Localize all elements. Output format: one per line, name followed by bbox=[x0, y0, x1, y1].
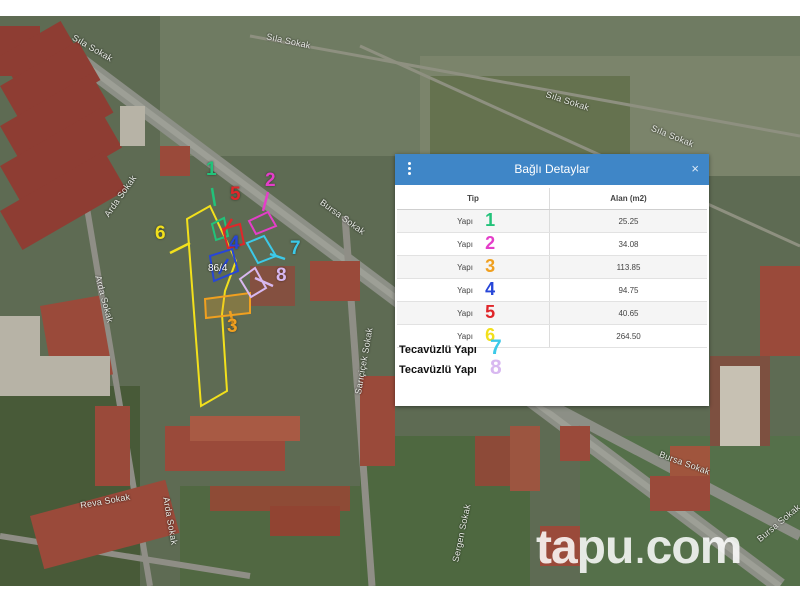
encroachment-label: Tecavüzlü Yapı bbox=[399, 344, 477, 356]
watermark-logo: tapu.com bbox=[536, 520, 743, 575]
marker-3: 3 bbox=[227, 316, 238, 337]
encroachment-row: Tecavüzlü Yapı 7 bbox=[399, 336, 502, 359]
marker-1: 1 bbox=[206, 159, 217, 180]
table-row: Yapı 5 40.65 bbox=[397, 301, 707, 325]
watermark-tld: com bbox=[645, 521, 743, 574]
details-table: Tip Alan (m2) Yapı 1 25.25 Yapı 2 34.08 Ya… bbox=[397, 188, 707, 348]
table-row: Yapı 3 113.85 bbox=[397, 255, 707, 279]
watermark-brand: tapu bbox=[536, 521, 634, 574]
screenshot-frame: Sıla Sokak Sıla Sokak Sıla Sokak Sıla So… bbox=[0, 0, 800, 600]
parcel-label: 86/4 bbox=[208, 263, 228, 274]
marker-7: 7 bbox=[290, 238, 301, 259]
row-alan: 264.50 bbox=[549, 324, 707, 348]
row-number: 1 bbox=[485, 209, 496, 230]
encroachment-label: Tecavüzlü Yapı bbox=[399, 364, 477, 376]
marker-6: 6 bbox=[155, 223, 166, 244]
row-tip: Yapı bbox=[457, 262, 473, 272]
row-tip: Yapı bbox=[457, 239, 473, 249]
marker-5: 5 bbox=[230, 184, 241, 205]
table-row: Yapı 4 94.75 bbox=[397, 278, 707, 302]
table-row: Yapı 2 34.08 bbox=[397, 232, 707, 256]
marker-2: 2 bbox=[265, 170, 276, 191]
encroachment-number: 8 bbox=[490, 356, 502, 379]
row-alan: 25.25 bbox=[549, 209, 707, 233]
marker-8: 8 bbox=[276, 265, 287, 286]
row-tip: Yapı bbox=[457, 331, 473, 341]
row-alan: 94.75 bbox=[549, 278, 707, 302]
row-tip: Yapı bbox=[457, 308, 473, 318]
row-alan: 40.65 bbox=[549, 301, 707, 325]
row-number: 4 bbox=[485, 278, 496, 299]
row-tip: Yapı bbox=[457, 216, 473, 226]
panel-title: Bağlı Detaylar bbox=[514, 162, 590, 176]
row-number: 3 bbox=[485, 255, 496, 276]
row-tip: Yapı bbox=[457, 285, 473, 295]
row-alan: 113.85 bbox=[549, 255, 707, 279]
table-row: Yapı 1 25.25 bbox=[397, 209, 707, 233]
encroachment-row: Tecavüzlü Yapı 8 bbox=[399, 356, 502, 379]
close-icon[interactable]: × bbox=[691, 161, 699, 176]
details-panel: Bağlı Detaylar × Tip Alan (m2) Yapı 1 25.… bbox=[395, 154, 709, 406]
row-number: 5 bbox=[485, 301, 496, 322]
row-number: 2 bbox=[485, 232, 496, 253]
column-header-tip: Tip bbox=[397, 188, 550, 210]
column-header-alan: Alan (m2) bbox=[549, 188, 707, 210]
panel-header: Bağlı Detaylar × bbox=[395, 154, 709, 185]
marker-4: 4 bbox=[229, 233, 240, 254]
watermark-dot: . bbox=[633, 521, 646, 574]
row-alan: 34.08 bbox=[549, 232, 707, 256]
